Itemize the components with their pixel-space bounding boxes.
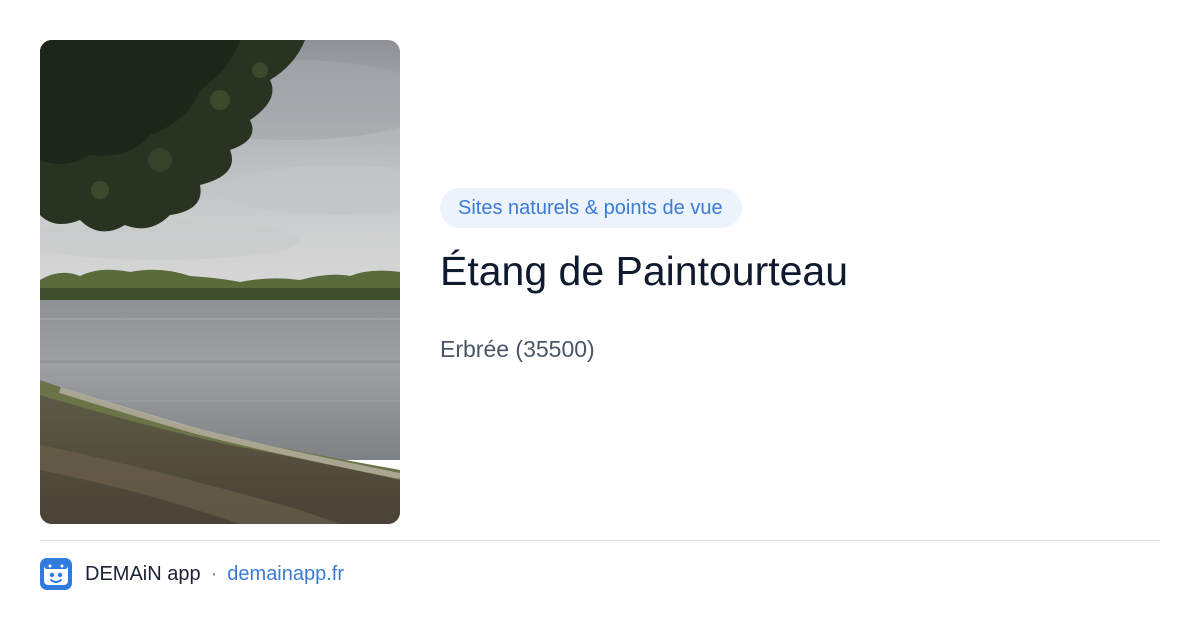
app-url-link[interactable]: demainapp.fr bbox=[227, 563, 344, 586]
place-location: Erbrée (35500) bbox=[440, 336, 595, 362]
place-title: Étang de Paintourteau bbox=[440, 248, 849, 294]
footer-separator: · bbox=[210, 562, 218, 585]
place-photo bbox=[40, 40, 400, 524]
footer: DEMAiN app · demainapp.fr bbox=[40, 558, 344, 590]
app-name: DEMAiN app bbox=[85, 562, 201, 585]
footer-divider bbox=[40, 540, 1160, 541]
share-card: Sites naturels & points de vue Étang de … bbox=[0, 0, 1200, 630]
place-info: Sites naturels & points de vue Étang de … bbox=[440, 188, 1160, 364]
demain-app-logo-icon bbox=[40, 558, 72, 590]
category-badge[interactable]: Sites naturels & points de vue bbox=[440, 188, 742, 228]
